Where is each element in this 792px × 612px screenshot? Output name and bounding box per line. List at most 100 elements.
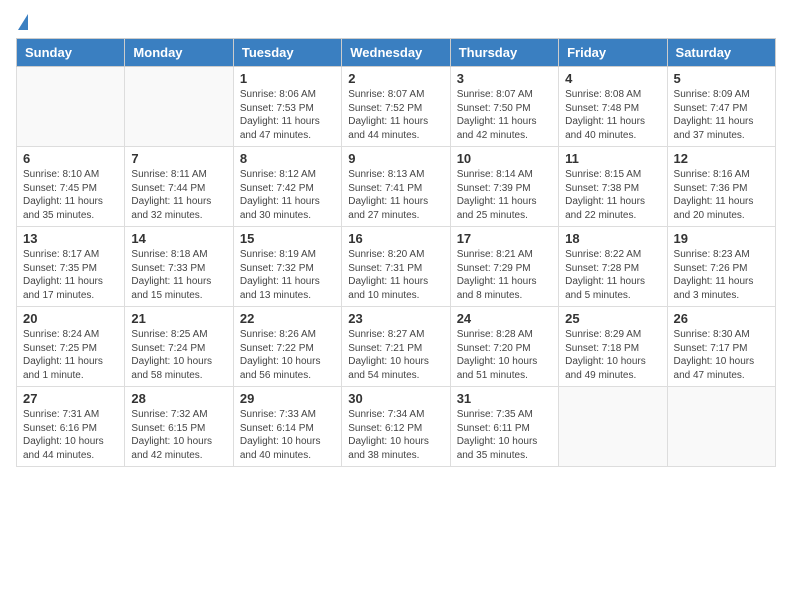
day-info: Sunrise: 7:31 AM Sunset: 6:16 PM Dayligh…	[23, 408, 118, 462]
day-number: 16	[348, 231, 443, 246]
day-number: 17	[457, 231, 552, 246]
calendar-week-row: 1 Sunrise: 8:06 AM Sunset: 7:53 PM Daylig…	[17, 67, 776, 147]
day-info: Sunrise: 8:13 AM Sunset: 7:41 PM Dayligh…	[348, 168, 443, 222]
calendar-cell: 24 Sunrise: 8:28 AM Sunset: 7:20 PM Dayli…	[450, 307, 558, 387]
calendar-cell: 17 Sunrise: 8:21 AM Sunset: 7:29 PM Dayli…	[450, 227, 558, 307]
day-number: 2	[348, 71, 443, 86]
weekday-header: Tuesday	[233, 39, 341, 67]
day-number: 27	[23, 391, 118, 406]
calendar-cell	[125, 67, 233, 147]
calendar-cell: 23 Sunrise: 8:27 AM Sunset: 7:21 PM Dayli…	[342, 307, 450, 387]
day-info: Sunrise: 8:17 AM Sunset: 7:35 PM Dayligh…	[23, 248, 118, 302]
day-info: Sunrise: 8:23 AM Sunset: 7:26 PM Dayligh…	[674, 248, 769, 302]
weekday-header: Wednesday	[342, 39, 450, 67]
day-number: 10	[457, 151, 552, 166]
day-info: Sunrise: 8:11 AM Sunset: 7:44 PM Dayligh…	[131, 168, 226, 222]
day-number: 9	[348, 151, 443, 166]
weekday-header: Sunday	[17, 39, 125, 67]
calendar-cell: 11 Sunrise: 8:15 AM Sunset: 7:38 PM Dayli…	[559, 147, 667, 227]
day-info: Sunrise: 8:12 AM Sunset: 7:42 PM Dayligh…	[240, 168, 335, 222]
calendar-cell	[559, 387, 667, 467]
logo	[16, 16, 28, 30]
calendar-cell: 9 Sunrise: 8:13 AM Sunset: 7:41 PM Daylig…	[342, 147, 450, 227]
weekday-header: Thursday	[450, 39, 558, 67]
day-number: 24	[457, 311, 552, 326]
day-number: 7	[131, 151, 226, 166]
calendar-week-row: 20 Sunrise: 8:24 AM Sunset: 7:25 PM Dayli…	[17, 307, 776, 387]
calendar-cell: 3Sunrise: 8:07 AM Sunset: 7:50 PM Daylig…	[450, 67, 558, 147]
day-info: Sunrise: 7:35 AM Sunset: 6:11 PM Dayligh…	[457, 408, 552, 462]
calendar-week-row: 13 Sunrise: 8:17 AM Sunset: 7:35 PM Dayli…	[17, 227, 776, 307]
day-info: Sunrise: 8:06 AM Sunset: 7:53 PM Dayligh…	[240, 88, 335, 142]
day-info: Sunrise: 8:29 AM Sunset: 7:18 PM Dayligh…	[565, 328, 660, 382]
day-number: 29	[240, 391, 335, 406]
day-info: Sunrise: 8:10 AM Sunset: 7:45 PM Dayligh…	[23, 168, 118, 222]
day-number: 30	[348, 391, 443, 406]
calendar-cell: 14Sunrise: 8:18 AM Sunset: 7:33 PM Dayli…	[125, 227, 233, 307]
day-number: 23	[348, 311, 443, 326]
day-number: 12	[674, 151, 769, 166]
calendar-cell: 21Sunrise: 8:25 AM Sunset: 7:24 PM Dayli…	[125, 307, 233, 387]
day-number: 25	[565, 311, 660, 326]
day-info: Sunrise: 7:32 AM Sunset: 6:15 PM Dayligh…	[131, 408, 226, 462]
calendar-cell: 4 Sunrise: 8:08 AM Sunset: 7:48 PM Daylig…	[559, 67, 667, 147]
day-info: Sunrise: 8:20 AM Sunset: 7:31 PM Dayligh…	[348, 248, 443, 302]
day-info: Sunrise: 8:08 AM Sunset: 7:48 PM Dayligh…	[565, 88, 660, 142]
calendar-cell: 5 Sunrise: 8:09 AM Sunset: 7:47 PM Daylig…	[667, 67, 775, 147]
calendar-cell: 2Sunrise: 8:07 AM Sunset: 7:52 PM Daylig…	[342, 67, 450, 147]
calendar-cell: 1 Sunrise: 8:06 AM Sunset: 7:53 PM Daylig…	[233, 67, 341, 147]
day-info: Sunrise: 8:09 AM Sunset: 7:47 PM Dayligh…	[674, 88, 769, 142]
day-info: Sunrise: 8:30 AM Sunset: 7:17 PM Dayligh…	[674, 328, 769, 382]
calendar-cell: 27 Sunrise: 7:31 AM Sunset: 6:16 PM Dayli…	[17, 387, 125, 467]
day-info: Sunrise: 8:19 AM Sunset: 7:32 PM Dayligh…	[240, 248, 335, 302]
weekday-header: Monday	[125, 39, 233, 67]
day-number: 13	[23, 231, 118, 246]
day-number: 31	[457, 391, 552, 406]
calendar-cell: 26 Sunrise: 8:30 AM Sunset: 7:17 PM Dayli…	[667, 307, 775, 387]
header	[16, 16, 776, 30]
weekday-header: Friday	[559, 39, 667, 67]
day-number: 28	[131, 391, 226, 406]
calendar-cell: 28 Sunrise: 7:32 AM Sunset: 6:15 PM Dayli…	[125, 387, 233, 467]
calendar-cell: 29Sunrise: 7:33 AM Sunset: 6:14 PM Dayli…	[233, 387, 341, 467]
calendar-week-row: 6Sunrise: 8:10 AM Sunset: 7:45 PM Daylig…	[17, 147, 776, 227]
calendar-cell: 6Sunrise: 8:10 AM Sunset: 7:45 PM Daylig…	[17, 147, 125, 227]
day-number: 11	[565, 151, 660, 166]
day-info: Sunrise: 8:28 AM Sunset: 7:20 PM Dayligh…	[457, 328, 552, 382]
day-number: 26	[674, 311, 769, 326]
day-number: 19	[674, 231, 769, 246]
day-info: Sunrise: 8:26 AM Sunset: 7:22 PM Dayligh…	[240, 328, 335, 382]
day-number: 15	[240, 231, 335, 246]
day-info: Sunrise: 8:18 AM Sunset: 7:33 PM Dayligh…	[131, 248, 226, 302]
weekday-header: Saturday	[667, 39, 775, 67]
calendar-cell: 13 Sunrise: 8:17 AM Sunset: 7:35 PM Dayli…	[17, 227, 125, 307]
calendar-cell	[17, 67, 125, 147]
day-number: 1	[240, 71, 335, 86]
calendar-cell	[667, 387, 775, 467]
calendar-cell: 12 Sunrise: 8:16 AM Sunset: 7:36 PM Dayli…	[667, 147, 775, 227]
calendar-cell: 15 Sunrise: 8:19 AM Sunset: 7:32 PM Dayli…	[233, 227, 341, 307]
day-number: 20	[23, 311, 118, 326]
day-number: 8	[240, 151, 335, 166]
calendar-cell: 16 Sunrise: 8:20 AM Sunset: 7:31 PM Dayli…	[342, 227, 450, 307]
calendar-cell: 7 Sunrise: 8:11 AM Sunset: 7:44 PM Daylig…	[125, 147, 233, 227]
day-info: Sunrise: 8:24 AM Sunset: 7:25 PM Dayligh…	[23, 328, 118, 382]
day-number: 21	[131, 311, 226, 326]
calendar-cell: 22Sunrise: 8:26 AM Sunset: 7:22 PM Dayli…	[233, 307, 341, 387]
calendar-header: SundayMondayTuesdayWednesdayThursdayFrid…	[17, 39, 776, 67]
day-info: Sunrise: 8:16 AM Sunset: 7:36 PM Dayligh…	[674, 168, 769, 222]
calendar-cell: 10 Sunrise: 8:14 AM Sunset: 7:39 PM Dayli…	[450, 147, 558, 227]
calendar-table: SundayMondayTuesdayWednesdayThursdayFrid…	[16, 38, 776, 467]
day-info: Sunrise: 8:27 AM Sunset: 7:21 PM Dayligh…	[348, 328, 443, 382]
day-info: Sunrise: 8:21 AM Sunset: 7:29 PM Dayligh…	[457, 248, 552, 302]
day-number: 18	[565, 231, 660, 246]
calendar-cell: 19 Sunrise: 8:23 AM Sunset: 7:26 PM Dayli…	[667, 227, 775, 307]
day-number: 4	[565, 71, 660, 86]
day-number: 5	[674, 71, 769, 86]
calendar-cell: 31 Sunrise: 7:35 AM Sunset: 6:11 PM Dayli…	[450, 387, 558, 467]
calendar-cell: 8 Sunrise: 8:12 AM Sunset: 7:42 PM Daylig…	[233, 147, 341, 227]
day-info: Sunrise: 8:07 AM Sunset: 7:50 PM Dayligh…	[457, 88, 552, 142]
calendar-cell: 20 Sunrise: 8:24 AM Sunset: 7:25 PM Dayli…	[17, 307, 125, 387]
day-info: Sunrise: 8:15 AM Sunset: 7:38 PM Dayligh…	[565, 168, 660, 222]
day-info: Sunrise: 8:14 AM Sunset: 7:39 PM Dayligh…	[457, 168, 552, 222]
